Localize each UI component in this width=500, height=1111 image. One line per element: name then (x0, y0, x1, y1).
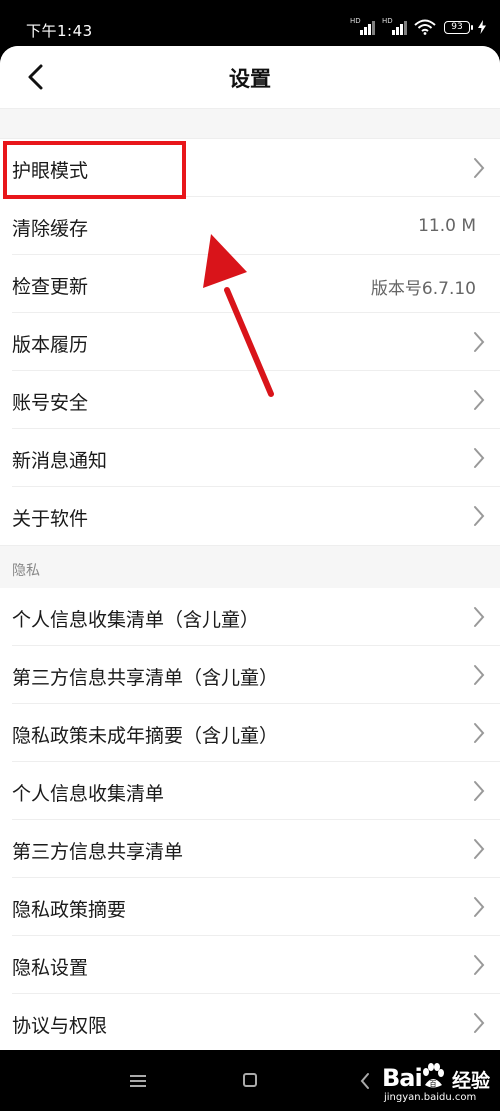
wifi-icon (414, 19, 436, 35)
system-nav-bar: Bai 百 经验 jingyan.baidu.com (0, 1050, 500, 1111)
version-value: 版本号6.7.10 (370, 279, 476, 299)
chevron-right-icon (474, 955, 485, 975)
chevron-right-icon (474, 1013, 485, 1033)
settings-item-label: 新消息通知 (12, 450, 108, 472)
privacy-item-label: 隐私政策未成年摘要（含儿童） (12, 725, 279, 747)
svg-text:百: 百 (430, 1080, 437, 1088)
nav-back-icon[interactable] (360, 1072, 370, 1090)
privacy-item-agreements[interactable]: 协议与权限 (0, 994, 500, 1050)
chevron-right-icon (474, 332, 485, 352)
watermark-url: jingyan.baidu.com (384, 1092, 477, 1103)
chevron-right-icon (474, 897, 485, 917)
privacy-item-personal-info-children[interactable]: 个人信息收集清单（含儿童） (0, 588, 500, 646)
privacy-item-label: 第三方信息共享清单（含儿童） (12, 667, 279, 689)
privacy-item-policy-minor-summary[interactable]: 隐私政策未成年摘要（含儿童） (0, 704, 500, 762)
privacy-item-label: 协议与权限 (12, 1015, 108, 1037)
baidu-jingyan-watermark: Bai 百 经验 jingyan.baidu.com (382, 1062, 500, 1107)
chevron-right-icon (474, 723, 485, 743)
battery-level: 93 (451, 22, 463, 32)
privacy-item-settings[interactable]: 隐私设置 (0, 936, 500, 994)
chevron-right-icon (474, 390, 485, 410)
privacy-item-label: 隐私设置 (12, 957, 89, 979)
menu-icon[interactable] (130, 1075, 146, 1087)
settings-item-label: 护眼模式 (12, 160, 89, 182)
battery-icon: 93 (444, 20, 473, 34)
watermark-logo: Bai (382, 1064, 423, 1092)
chevron-right-icon (474, 158, 485, 178)
chevron-right-icon (474, 607, 485, 627)
chevron-right-icon (474, 781, 485, 801)
privacy-item-third-party-children[interactable]: 第三方信息共享清单（含儿童） (0, 646, 500, 704)
top-bar: 设置 (0, 46, 500, 108)
baidu-paw-icon: 百 (423, 1063, 444, 1088)
section-spacer (0, 108, 500, 139)
chevron-right-icon (474, 506, 485, 526)
privacy-item-label: 隐私政策摘要 (12, 899, 127, 921)
settings-item-about[interactable]: 关于软件 (0, 487, 500, 545)
signal-icon-2: HD (382, 17, 407, 35)
settings-item-account-security[interactable]: 账号安全 (0, 371, 500, 429)
settings-item-version-history[interactable]: 版本履历 (0, 313, 500, 371)
settings-item-check-update[interactable]: 检查更新 版本号6.7.10 (0, 255, 500, 313)
privacy-item-third-party[interactable]: 第三方信息共享清单 (0, 820, 500, 878)
settings-item-clear-cache[interactable]: 清除缓存 11.0 M (0, 197, 500, 255)
app-screen: 设置 护眼模式 清除缓存 11.0 M 检查更新 版本号6.7.10 版本履历 … (0, 46, 500, 1050)
privacy-item-label: 个人信息收集清单（含儿童） (12, 609, 260, 631)
settings-item-label: 清除缓存 (12, 218, 89, 240)
signal-icon-1: HD (350, 17, 375, 35)
privacy-section-header: 隐私 (0, 545, 500, 588)
status-icons: HD HD 93 (350, 17, 486, 35)
settings-item-notifications[interactable]: 新消息通知 (0, 429, 500, 487)
status-bar: 下午1:43 HD HD 93 (0, 0, 500, 46)
watermark-text: 经验 (452, 1070, 491, 1092)
privacy-item-label: 第三方信息共享清单 (12, 841, 184, 863)
privacy-item-policy-summary[interactable]: 隐私政策摘要 (0, 878, 500, 936)
settings-item-eye-protection[interactable]: 护眼模式 (0, 139, 500, 197)
chevron-right-icon (474, 839, 485, 859)
chevron-right-icon (474, 448, 485, 468)
cache-size-value: 11.0 M (418, 216, 476, 236)
home-icon[interactable] (243, 1073, 257, 1087)
chevron-right-icon (474, 665, 485, 685)
section-title: 隐私 (12, 563, 40, 579)
status-time: 下午1:43 (26, 22, 93, 40)
settings-item-label: 关于软件 (12, 508, 89, 530)
settings-item-label: 检查更新 (12, 276, 89, 298)
privacy-item-label: 个人信息收集清单 (12, 783, 165, 805)
settings-item-label: 版本履历 (12, 334, 89, 356)
charging-icon (478, 20, 486, 34)
settings-item-label: 账号安全 (12, 392, 89, 414)
privacy-item-personal-info[interactable]: 个人信息收集清单 (0, 762, 500, 820)
page-title: 设置 (229, 67, 271, 91)
